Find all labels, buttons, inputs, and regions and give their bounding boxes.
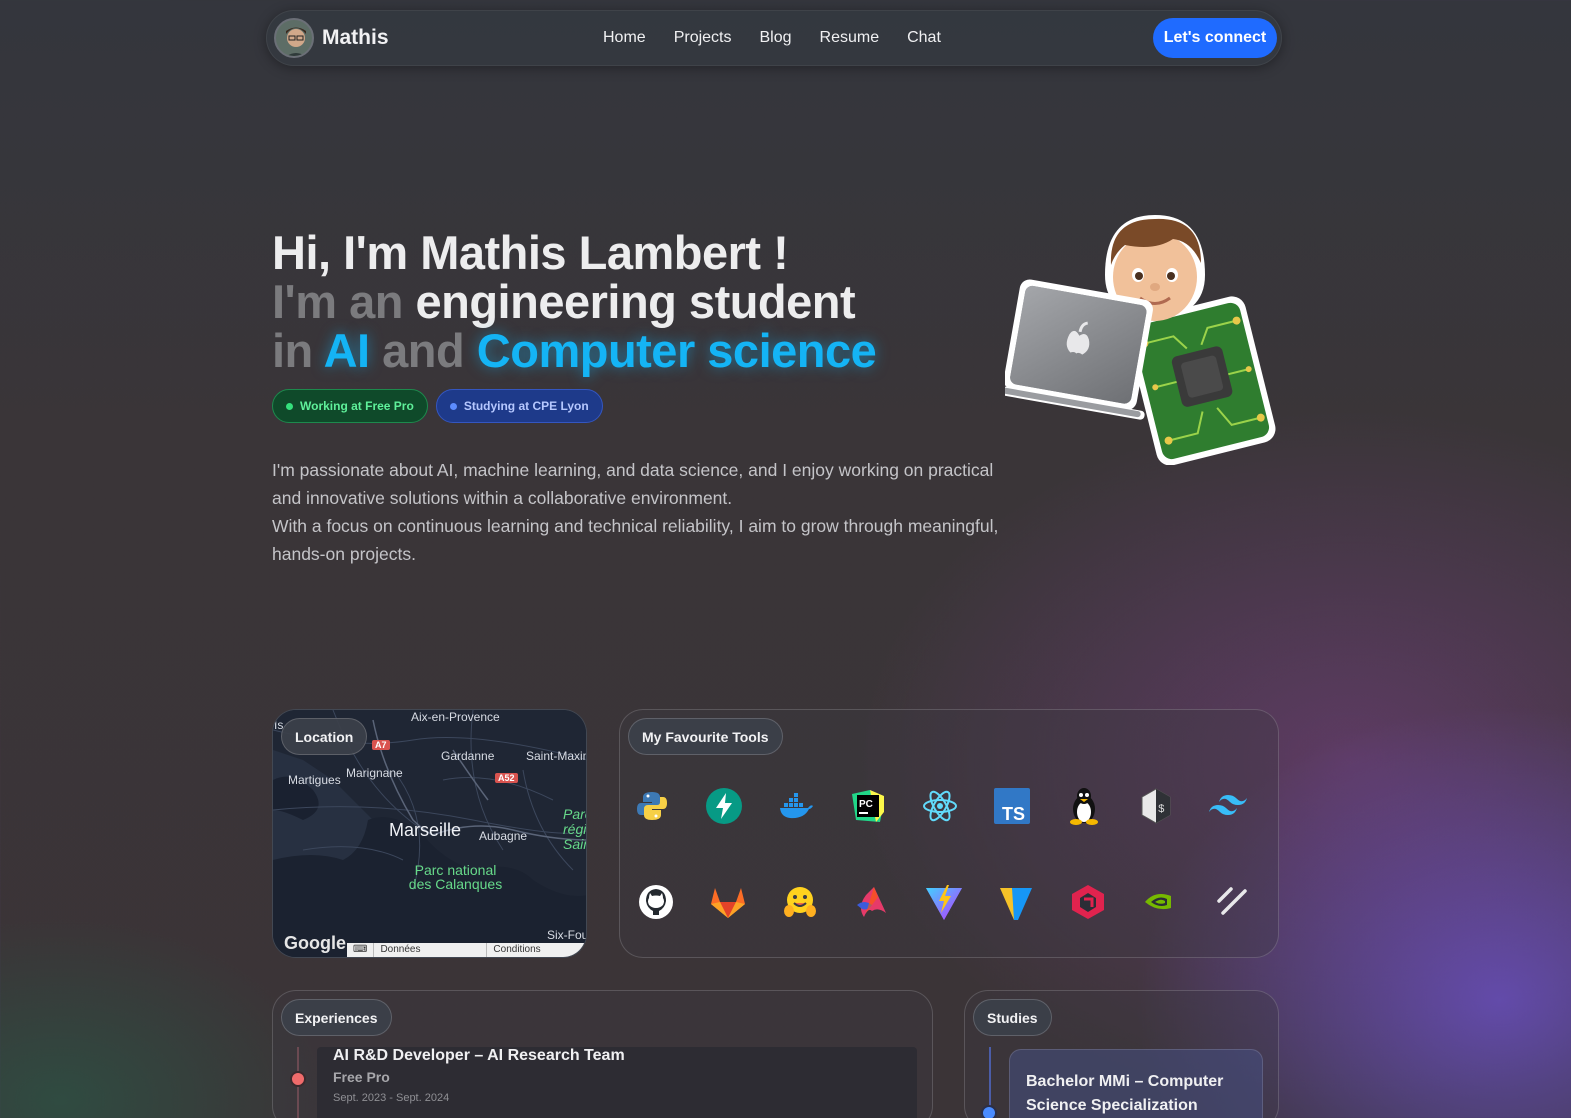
memoji-illustration — [996, 205, 1280, 466]
keyboard-icon[interactable]: ⌨ — [347, 943, 373, 957]
map-data-link[interactable]: Données cartographiques — [373, 943, 486, 957]
map-label-gardanne: Gardanne — [441, 749, 495, 763]
studies-card: Studies Bachelor MMi – Computer Science … — [964, 990, 1279, 1118]
tools-title: My Favourite Tools — [628, 718, 783, 755]
map-label-parc-regional: Parc régio Sain — [563, 806, 587, 852]
nav-link-resume[interactable]: Resume — [820, 29, 880, 47]
vuetify-icon[interactable] — [994, 880, 1038, 924]
intro-text: I'm passionate about AI, machine learnin… — [272, 456, 1002, 568]
vite-icon[interactable] — [922, 880, 966, 924]
map-label-six-fours: Six-Fou — [547, 928, 587, 942]
brand-name[interactable]: Mathis — [322, 26, 389, 50]
intro-paragraph-2: With a focus on continuous learning and … — [272, 516, 999, 564]
timeline-dot-icon — [981, 1105, 997, 1118]
avatar[interactable] — [274, 18, 314, 58]
hero-line3-in: in — [272, 324, 313, 377]
hero-greeting: Hi, I'm Mathis Lambert ! — [272, 226, 789, 279]
experiences-card: Experiences AI R&D Developer – AI Resear… — [272, 990, 933, 1118]
study-item[interactable]: Bachelor MMi – Computer Science Speciali… — [1009, 1049, 1263, 1118]
experiences-title: Experiences — [281, 999, 392, 1036]
hero-line3-and: and — [382, 324, 465, 377]
road-a52-badge: A52 — [495, 773, 518, 783]
bash-icon[interactable]: $ — [1134, 784, 1178, 828]
road-a7-badge: A7 — [372, 740, 390, 750]
location-card: Location Aix-en-Provence Is A7 Gardanne … — [272, 709, 587, 958]
nav-link-chat[interactable]: Chat — [907, 29, 941, 47]
studies-title: Studies — [973, 999, 1052, 1036]
react-icon[interactable] — [918, 784, 962, 828]
hero-line2-prefix: I'm an — [272, 275, 403, 328]
fastapi-icon[interactable] — [702, 784, 746, 828]
badge-working: Working at Free Pro — [272, 389, 428, 423]
experience-role: AI R&D Developer – AI Research Team — [333, 1047, 625, 1064]
favourite-tools-card: My Favourite Tools PC TS $ — [619, 709, 1279, 958]
hero-line2-main: engineering student — [415, 275, 856, 328]
docker-icon[interactable] — [774, 784, 818, 828]
map-label-calanques: Parc national des Calanques — [408, 862, 503, 892]
intro-paragraph-1: I'm passionate about AI, machine learnin… — [272, 460, 994, 508]
tailwind-icon[interactable] — [1206, 784, 1250, 828]
top-navbar: Mathis Home Projects Blog Resume Chat Le… — [266, 10, 1282, 66]
hero-title: Hi, I'm Mathis Lambert ! I'm an engineer… — [272, 226, 877, 377]
map-attribution-bar: ⌨ Données cartographiques Conditions d'u… — [347, 943, 586, 957]
python-icon[interactable] — [630, 784, 674, 828]
badge-studying: Studying at CPE Lyon — [435, 389, 603, 423]
badge-studying-label: Studying at CPE Lyon — [463, 399, 589, 413]
linux-icon[interactable] — [1062, 784, 1106, 828]
hero-cs: Computer science — [476, 324, 877, 377]
status-badges: Working at Free Pro Studying at CPE Lyon — [272, 389, 603, 423]
astro-icon[interactable] — [850, 880, 894, 924]
experience-item[interactable]: AI R&D Developer – AI Research Team Free… — [317, 1047, 917, 1118]
github-icon[interactable] — [634, 880, 678, 924]
typescript-text: TS — [1002, 804, 1025, 824]
svg-text:$: $ — [1158, 804, 1165, 816]
map-label-aubagne: Aubagne — [479, 829, 528, 843]
map-label-saint-maxim: Saint-Maxim — [526, 749, 587, 763]
map-label-martigues: Martigues — [288, 773, 341, 787]
map-label-marignane: Marignane — [346, 766, 403, 780]
google-logo: Google — [284, 933, 346, 953]
location-title: Location — [281, 718, 368, 755]
lets-connect-button[interactable]: Let's connect — [1153, 18, 1277, 58]
pycharm-text: PC — [859, 799, 873, 810]
hero-line-2: I'm an engineering student — [272, 277, 876, 326]
nav-link-projects[interactable]: Projects — [674, 29, 732, 47]
typescript-icon[interactable]: TS — [990, 784, 1034, 828]
study-degree: Bachelor MMi – Computer Science Speciali… — [1026, 1073, 1224, 1114]
map-label-marseille: Marseille — [389, 820, 462, 840]
pycharm-icon[interactable]: PC — [846, 784, 890, 828]
gitlab-icon[interactable] — [706, 880, 750, 924]
timeline-dot-icon — [290, 1071, 306, 1087]
nestjs-icon[interactable] — [1066, 880, 1110, 924]
nvidia-icon[interactable] — [1138, 880, 1182, 924]
nav-link-home[interactable]: Home — [603, 29, 646, 47]
huggingface-icon[interactable] — [778, 880, 822, 924]
nav-link-blog[interactable]: Blog — [759, 29, 791, 47]
hero-ai: AI — [323, 324, 371, 377]
status-dot-icon — [286, 402, 293, 410]
experience-company: Free Pro — [333, 1069, 390, 1085]
nav-links: Home Projects Blog Resume Chat — [603, 29, 941, 47]
status-dot-icon — [449, 402, 457, 410]
map-label-aix: Aix-en-Provence — [411, 710, 500, 724]
hero-line-3: in AI and Computer science — [272, 324, 877, 377]
map-terms-link[interactable]: Conditions d'utilisation — [486, 943, 586, 957]
experience-dates: Sept. 2023 - Sept. 2024 — [333, 1092, 450, 1104]
shadcn-icon[interactable] — [1210, 880, 1254, 924]
badge-working-label: Working at Free Pro — [300, 399, 414, 413]
